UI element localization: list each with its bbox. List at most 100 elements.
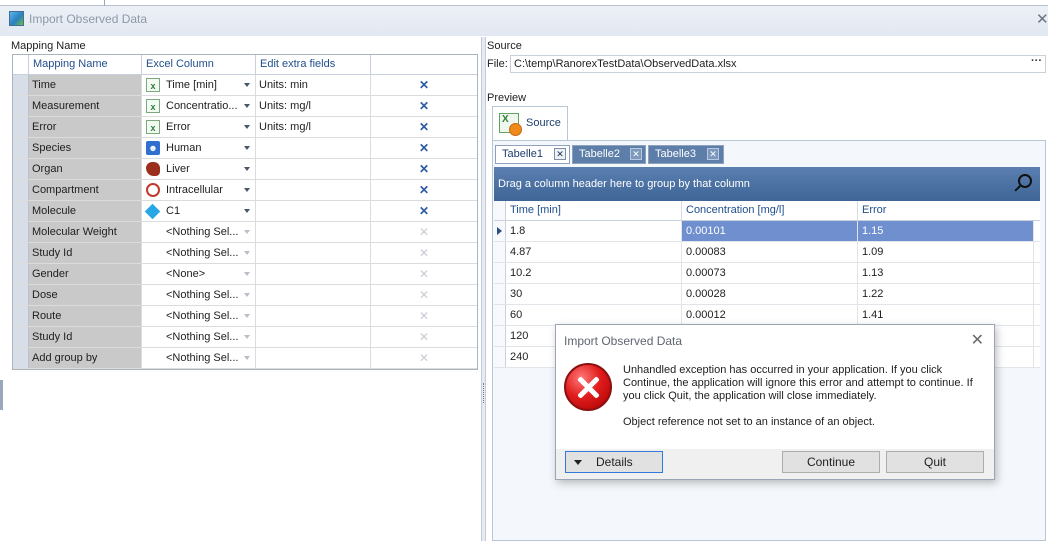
header-extra-fields[interactable]: Edit extra fields bbox=[256, 55, 371, 74]
chevron-down-icon[interactable] bbox=[244, 335, 250, 339]
group-by-bar[interactable]: Drag a column header here to group by th… bbox=[494, 167, 1040, 201]
delete-icon[interactable]: ✕ bbox=[419, 204, 429, 218]
sheet-tab-tabelle3[interactable]: Tabelle3 ✕ bbox=[648, 145, 724, 164]
delete-icon[interactable]: ✕ bbox=[419, 246, 429, 260]
chevron-down-icon[interactable] bbox=[244, 104, 250, 108]
extra-fields-cell[interactable] bbox=[256, 180, 371, 200]
preview-cell[interactable]: 1.22 bbox=[858, 284, 1034, 304]
excel-column-dropdown[interactable]: <Nothing Sel... bbox=[142, 306, 256, 326]
header-mapping-name[interactable]: Mapping Name bbox=[29, 55, 142, 74]
chevron-down-icon[interactable] bbox=[244, 356, 250, 360]
row-indicator[interactable] bbox=[13, 285, 29, 305]
mapping-row[interactable]: Route <Nothing Sel... ✕ bbox=[13, 306, 477, 327]
preview-cell[interactable]: 4.87 bbox=[506, 242, 682, 262]
preview-row[interactable]: 30 0.00028 1.22 bbox=[494, 284, 1040, 305]
extra-fields-cell[interactable]: Units: min bbox=[256, 75, 371, 95]
extra-fields-cell[interactable] bbox=[256, 201, 371, 221]
delete-icon[interactable]: ✕ bbox=[419, 141, 429, 155]
preview-cell[interactable]: 0.00012 bbox=[682, 305, 858, 325]
excel-column-dropdown[interactable]: Intracellular bbox=[142, 180, 256, 200]
row-indicator[interactable] bbox=[13, 138, 29, 158]
splitter-grip[interactable] bbox=[483, 383, 485, 403]
row-indicator[interactable] bbox=[494, 305, 506, 325]
column-header-time[interactable]: Time [min] bbox=[506, 201, 682, 220]
delete-icon[interactable]: ✕ bbox=[419, 267, 429, 281]
mapping-row[interactable]: Molecule C1 ✕ bbox=[13, 201, 477, 222]
delete-icon[interactable]: ✕ bbox=[419, 225, 429, 239]
excel-column-dropdown[interactable]: <Nothing Sel... bbox=[142, 348, 256, 368]
search-icon[interactable] bbox=[1018, 174, 1032, 188]
chevron-down-icon[interactable] bbox=[244, 272, 250, 276]
delete-icon[interactable]: ✕ bbox=[419, 330, 429, 344]
mapping-row[interactable]: Add group by <Nothing Sel... ✕ bbox=[13, 348, 477, 369]
row-indicator[interactable] bbox=[494, 221, 506, 241]
chevron-down-icon[interactable] bbox=[244, 209, 250, 213]
sheet-tab-tabelle2[interactable]: Tabelle2 ✕ bbox=[572, 145, 646, 164]
excel-column-dropdown[interactable]: ☻ Human bbox=[142, 138, 256, 158]
extra-fields-cell[interactable] bbox=[256, 138, 371, 158]
sheet-tab-tabelle1[interactable]: Tabelle1 ✕ bbox=[495, 145, 570, 164]
column-header-concentration[interactable]: Concentration [mg/l] bbox=[682, 201, 858, 220]
row-indicator[interactable] bbox=[13, 327, 29, 347]
extra-fields-cell[interactable] bbox=[256, 348, 371, 368]
row-indicator[interactable] bbox=[13, 243, 29, 263]
mapping-row[interactable]: Gender <None> ✕ bbox=[13, 264, 477, 285]
row-indicator[interactable] bbox=[494, 263, 506, 283]
excel-column-dropdown[interactable]: <Nothing Sel... bbox=[142, 222, 256, 242]
extra-fields-cell[interactable]: Units: mg/l bbox=[256, 117, 371, 137]
preview-cell[interactable]: 60 bbox=[506, 305, 682, 325]
row-indicator[interactable] bbox=[494, 284, 506, 304]
sheet-close-icon[interactable]: ✕ bbox=[554, 148, 566, 160]
preview-row[interactable]: 60 0.00012 1.41 bbox=[494, 305, 1040, 326]
extra-fields-cell[interactable] bbox=[256, 306, 371, 326]
chevron-down-icon[interactable] bbox=[244, 146, 250, 150]
window-close-icon[interactable]: ✕ bbox=[1036, 10, 1048, 28]
extra-fields-cell[interactable] bbox=[256, 243, 371, 263]
extra-fields-cell[interactable] bbox=[256, 159, 371, 179]
row-indicator[interactable] bbox=[13, 264, 29, 284]
header-excel-column[interactable]: Excel Column bbox=[142, 55, 256, 74]
quit-button[interactable]: Quit bbox=[886, 451, 984, 473]
excel-column-dropdown[interactable]: x Time [min] bbox=[142, 75, 256, 95]
row-indicator[interactable] bbox=[13, 117, 29, 137]
column-header-error[interactable]: Error bbox=[858, 201, 1034, 220]
delete-icon[interactable]: ✕ bbox=[419, 288, 429, 302]
preview-cell[interactable]: 30 bbox=[506, 284, 682, 304]
excel-column-dropdown[interactable]: <Nothing Sel... bbox=[142, 243, 256, 263]
mapping-row[interactable]: Study Id <Nothing Sel... ✕ bbox=[13, 327, 477, 348]
row-indicator[interactable] bbox=[13, 201, 29, 221]
delete-icon[interactable]: ✕ bbox=[419, 120, 429, 134]
preview-cell[interactable]: 10.2 bbox=[506, 263, 682, 283]
mapping-row[interactable]: Molecular Weight <Nothing Sel... ✕ bbox=[13, 222, 477, 243]
delete-icon[interactable]: ✕ bbox=[419, 78, 429, 92]
chevron-down-icon[interactable] bbox=[244, 167, 250, 171]
extra-fields-cell[interactable] bbox=[256, 264, 371, 284]
continue-button[interactable]: Continue bbox=[782, 451, 880, 473]
row-indicator[interactable] bbox=[494, 326, 506, 346]
mapping-row[interactable]: Time x Time [min] Units: min ✕ bbox=[13, 75, 477, 96]
delete-icon[interactable]: ✕ bbox=[419, 162, 429, 176]
excel-column-dropdown[interactable]: x Error bbox=[142, 117, 256, 137]
row-indicator[interactable] bbox=[494, 347, 506, 367]
row-indicator[interactable] bbox=[13, 222, 29, 242]
delete-icon[interactable]: ✕ bbox=[419, 309, 429, 323]
sheet-close-icon[interactable]: ✕ bbox=[707, 148, 719, 160]
mapping-row[interactable]: Measurement x Concentratio... Units: mg/l ✕ bbox=[13, 96, 477, 117]
chevron-down-icon[interactable] bbox=[244, 230, 250, 234]
row-indicator[interactable] bbox=[494, 242, 506, 262]
dialog-close-icon[interactable]: ✕ bbox=[971, 330, 984, 350]
file-path-field[interactable]: C:\temp\RanorexTestData\ObservedData.xls… bbox=[510, 55, 1046, 73]
row-indicator[interactable] bbox=[13, 306, 29, 326]
chevron-down-icon[interactable] bbox=[244, 314, 250, 318]
mapping-row[interactable]: Error x Error Units: mg/l ✕ bbox=[13, 117, 477, 138]
extra-fields-cell[interactable] bbox=[256, 327, 371, 347]
mapping-row[interactable]: Dose <Nothing Sel... ✕ bbox=[13, 285, 477, 306]
chevron-down-icon[interactable] bbox=[244, 293, 250, 297]
preview-cell[interactable]: 0.00101 bbox=[682, 221, 858, 241]
preview-cell[interactable]: 1.15 bbox=[858, 221, 1034, 241]
delete-icon[interactable]: ✕ bbox=[419, 351, 429, 365]
excel-column-dropdown[interactable]: <None> bbox=[142, 264, 256, 284]
preview-cell[interactable]: 0.00073 bbox=[682, 263, 858, 283]
row-indicator[interactable] bbox=[13, 180, 29, 200]
sheet-close-icon[interactable]: ✕ bbox=[630, 148, 642, 160]
